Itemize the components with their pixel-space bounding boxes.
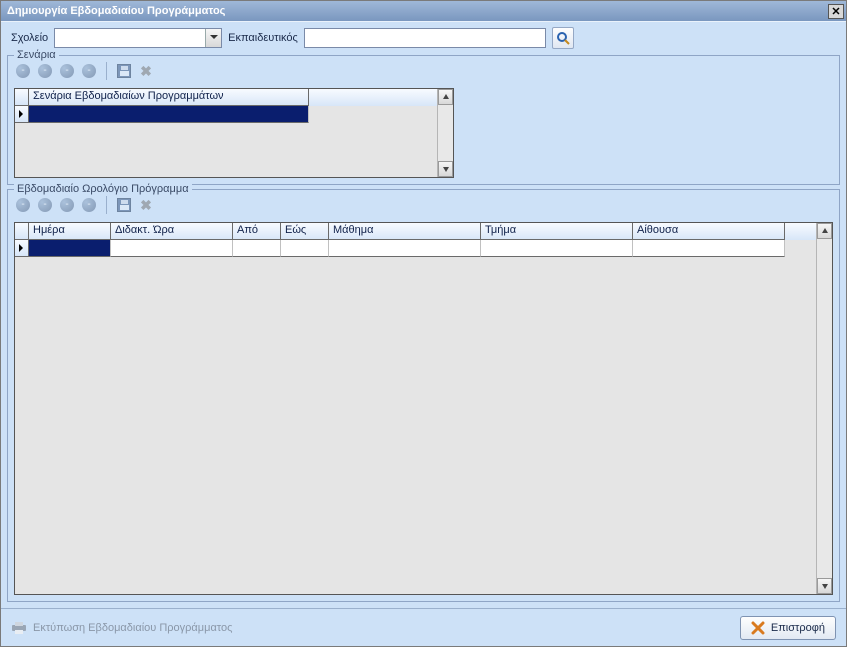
save-icon <box>117 198 131 212</box>
col-period[interactable]: Διδακτ. Ώρα <box>111 223 233 240</box>
chevron-down-icon[interactable] <box>205 29 221 47</box>
table-row[interactable] <box>15 106 453 123</box>
teacher-field[interactable] <box>304 28 546 48</box>
return-label: Επιστροφή <box>771 622 825 634</box>
footer-bar: Εκτύπωση Εβδομαδιαίου Προγράμματος Επιστ… <box>1 608 846 646</box>
scroll-up-button[interactable] <box>438 89 453 105</box>
col-scenario-name[interactable]: Σενάρια Εβδομαδιαίων Προγραμμάτων <box>29 89 309 106</box>
scenarios-toolbar: - - - - ✖ <box>8 56 839 82</box>
save-icon <box>117 64 131 78</box>
titlebar: Δημιουργία Εβδομαδιαίου Προγράμματος ✕ <box>1 1 846 21</box>
toolbar-separator <box>106 62 107 80</box>
scenarios-grid[interactable]: Σενάρια Εβδομαδιαίων Προγραμμάτων <box>14 88 454 178</box>
printer-icon <box>11 621 27 635</box>
scenarios-group: Σενάρια - - - - ✖ Σενάρια Εβδομαδιαίων Π… <box>7 55 840 185</box>
search-icon <box>556 31 570 45</box>
close-button[interactable]: ✕ <box>828 4 844 19</box>
scenarios-legend: Σενάρια <box>14 49 59 61</box>
schedule-legend: Εβδομαδιαίο Ωρολόγιο Πρόγραμμα <box>14 183 192 195</box>
row-indicator <box>15 240 29 257</box>
scroll-down-button[interactable] <box>817 578 832 594</box>
col-subject[interactable]: Μάθημα <box>329 223 481 240</box>
cancel-icon: ✖ <box>140 63 152 80</box>
toolbar-separator <box>106 196 107 214</box>
cell-to[interactable] <box>281 240 329 257</box>
nav-first-button[interactable]: - <box>14 62 32 80</box>
teacher-label: Εκπαιδευτικός <box>228 32 298 44</box>
col-from[interactable]: Από <box>233 223 281 240</box>
cancel-button[interactable]: ✖ <box>137 62 155 80</box>
close-icon: ✕ <box>831 5 840 18</box>
teacher-input[interactable] <box>305 29 545 47</box>
school-combo[interactable] <box>54 28 222 48</box>
scroll-down-button[interactable] <box>438 161 453 177</box>
nav-prev-button[interactable]: - <box>36 62 54 80</box>
school-input[interactable] <box>55 29 205 47</box>
col-room[interactable]: Αίθουσα <box>633 223 785 240</box>
return-button[interactable]: Επιστροφή <box>740 616 836 640</box>
scroll-up-button[interactable] <box>817 223 832 239</box>
nav-last-button[interactable]: - <box>80 196 98 214</box>
col-day[interactable]: Ημέρα <box>29 223 111 240</box>
window-title: Δημιουργία Εβδομαδιαίου Προγράμματος <box>7 5 225 17</box>
col-to[interactable]: Εώς <box>281 223 329 240</box>
col-section[interactable]: Τμήμα <box>481 223 633 240</box>
school-label: Σχολείο <box>11 32 48 44</box>
cell-room[interactable] <box>633 240 785 257</box>
cell-day[interactable] <box>29 240 111 257</box>
vertical-scrollbar[interactable] <box>816 223 832 594</box>
filter-bar: Σχολείο Εκπαιδευτικός <box>1 21 846 53</box>
save-button[interactable] <box>115 196 133 214</box>
app-window: Δημιουργία Εβδομαδιαίου Προγράμματος ✕ Σ… <box>0 0 847 647</box>
cell-from[interactable] <box>233 240 281 257</box>
table-row[interactable] <box>15 240 832 257</box>
cell-scenario-name[interactable] <box>29 106 309 123</box>
cell-section[interactable] <box>481 240 633 257</box>
cell-subject[interactable] <box>329 240 481 257</box>
cell-period[interactable] <box>111 240 233 257</box>
search-button[interactable] <box>552 27 574 49</box>
corner-cell <box>15 89 29 106</box>
print-schedule-label: Εκτύπωση Εβδομαδιαίου Προγράμματος <box>33 622 232 634</box>
return-icon <box>751 621 765 635</box>
nav-first-button[interactable]: - <box>14 196 32 214</box>
corner-cell <box>15 223 29 240</box>
schedule-group: Εβδομαδιαίο Ωρολόγιο Πρόγραμμα - - - - ✖… <box>7 189 840 602</box>
nav-prev-button[interactable]: - <box>36 196 54 214</box>
current-row-icon <box>19 244 27 252</box>
cancel-button[interactable]: ✖ <box>137 196 155 214</box>
nav-next-button[interactable]: - <box>58 196 76 214</box>
cancel-icon: ✖ <box>140 197 152 214</box>
grid-header: Ημέρα Διδακτ. Ώρα Από Εώς Μάθημα Τμήμα Α… <box>15 223 832 240</box>
save-button[interactable] <box>115 62 133 80</box>
schedule-grid[interactable]: Ημέρα Διδακτ. Ώρα Από Εώς Μάθημα Τμήμα Α… <box>14 222 833 595</box>
print-schedule-link[interactable]: Εκτύπωση Εβδομαδιαίου Προγράμματος <box>11 621 232 635</box>
vertical-scrollbar[interactable] <box>437 89 453 177</box>
grid-header: Σενάρια Εβδομαδιαίων Προγραμμάτων <box>15 89 453 106</box>
nav-next-button[interactable]: - <box>58 62 76 80</box>
current-row-icon <box>19 110 27 118</box>
nav-last-button[interactable]: - <box>80 62 98 80</box>
row-indicator <box>15 106 29 123</box>
